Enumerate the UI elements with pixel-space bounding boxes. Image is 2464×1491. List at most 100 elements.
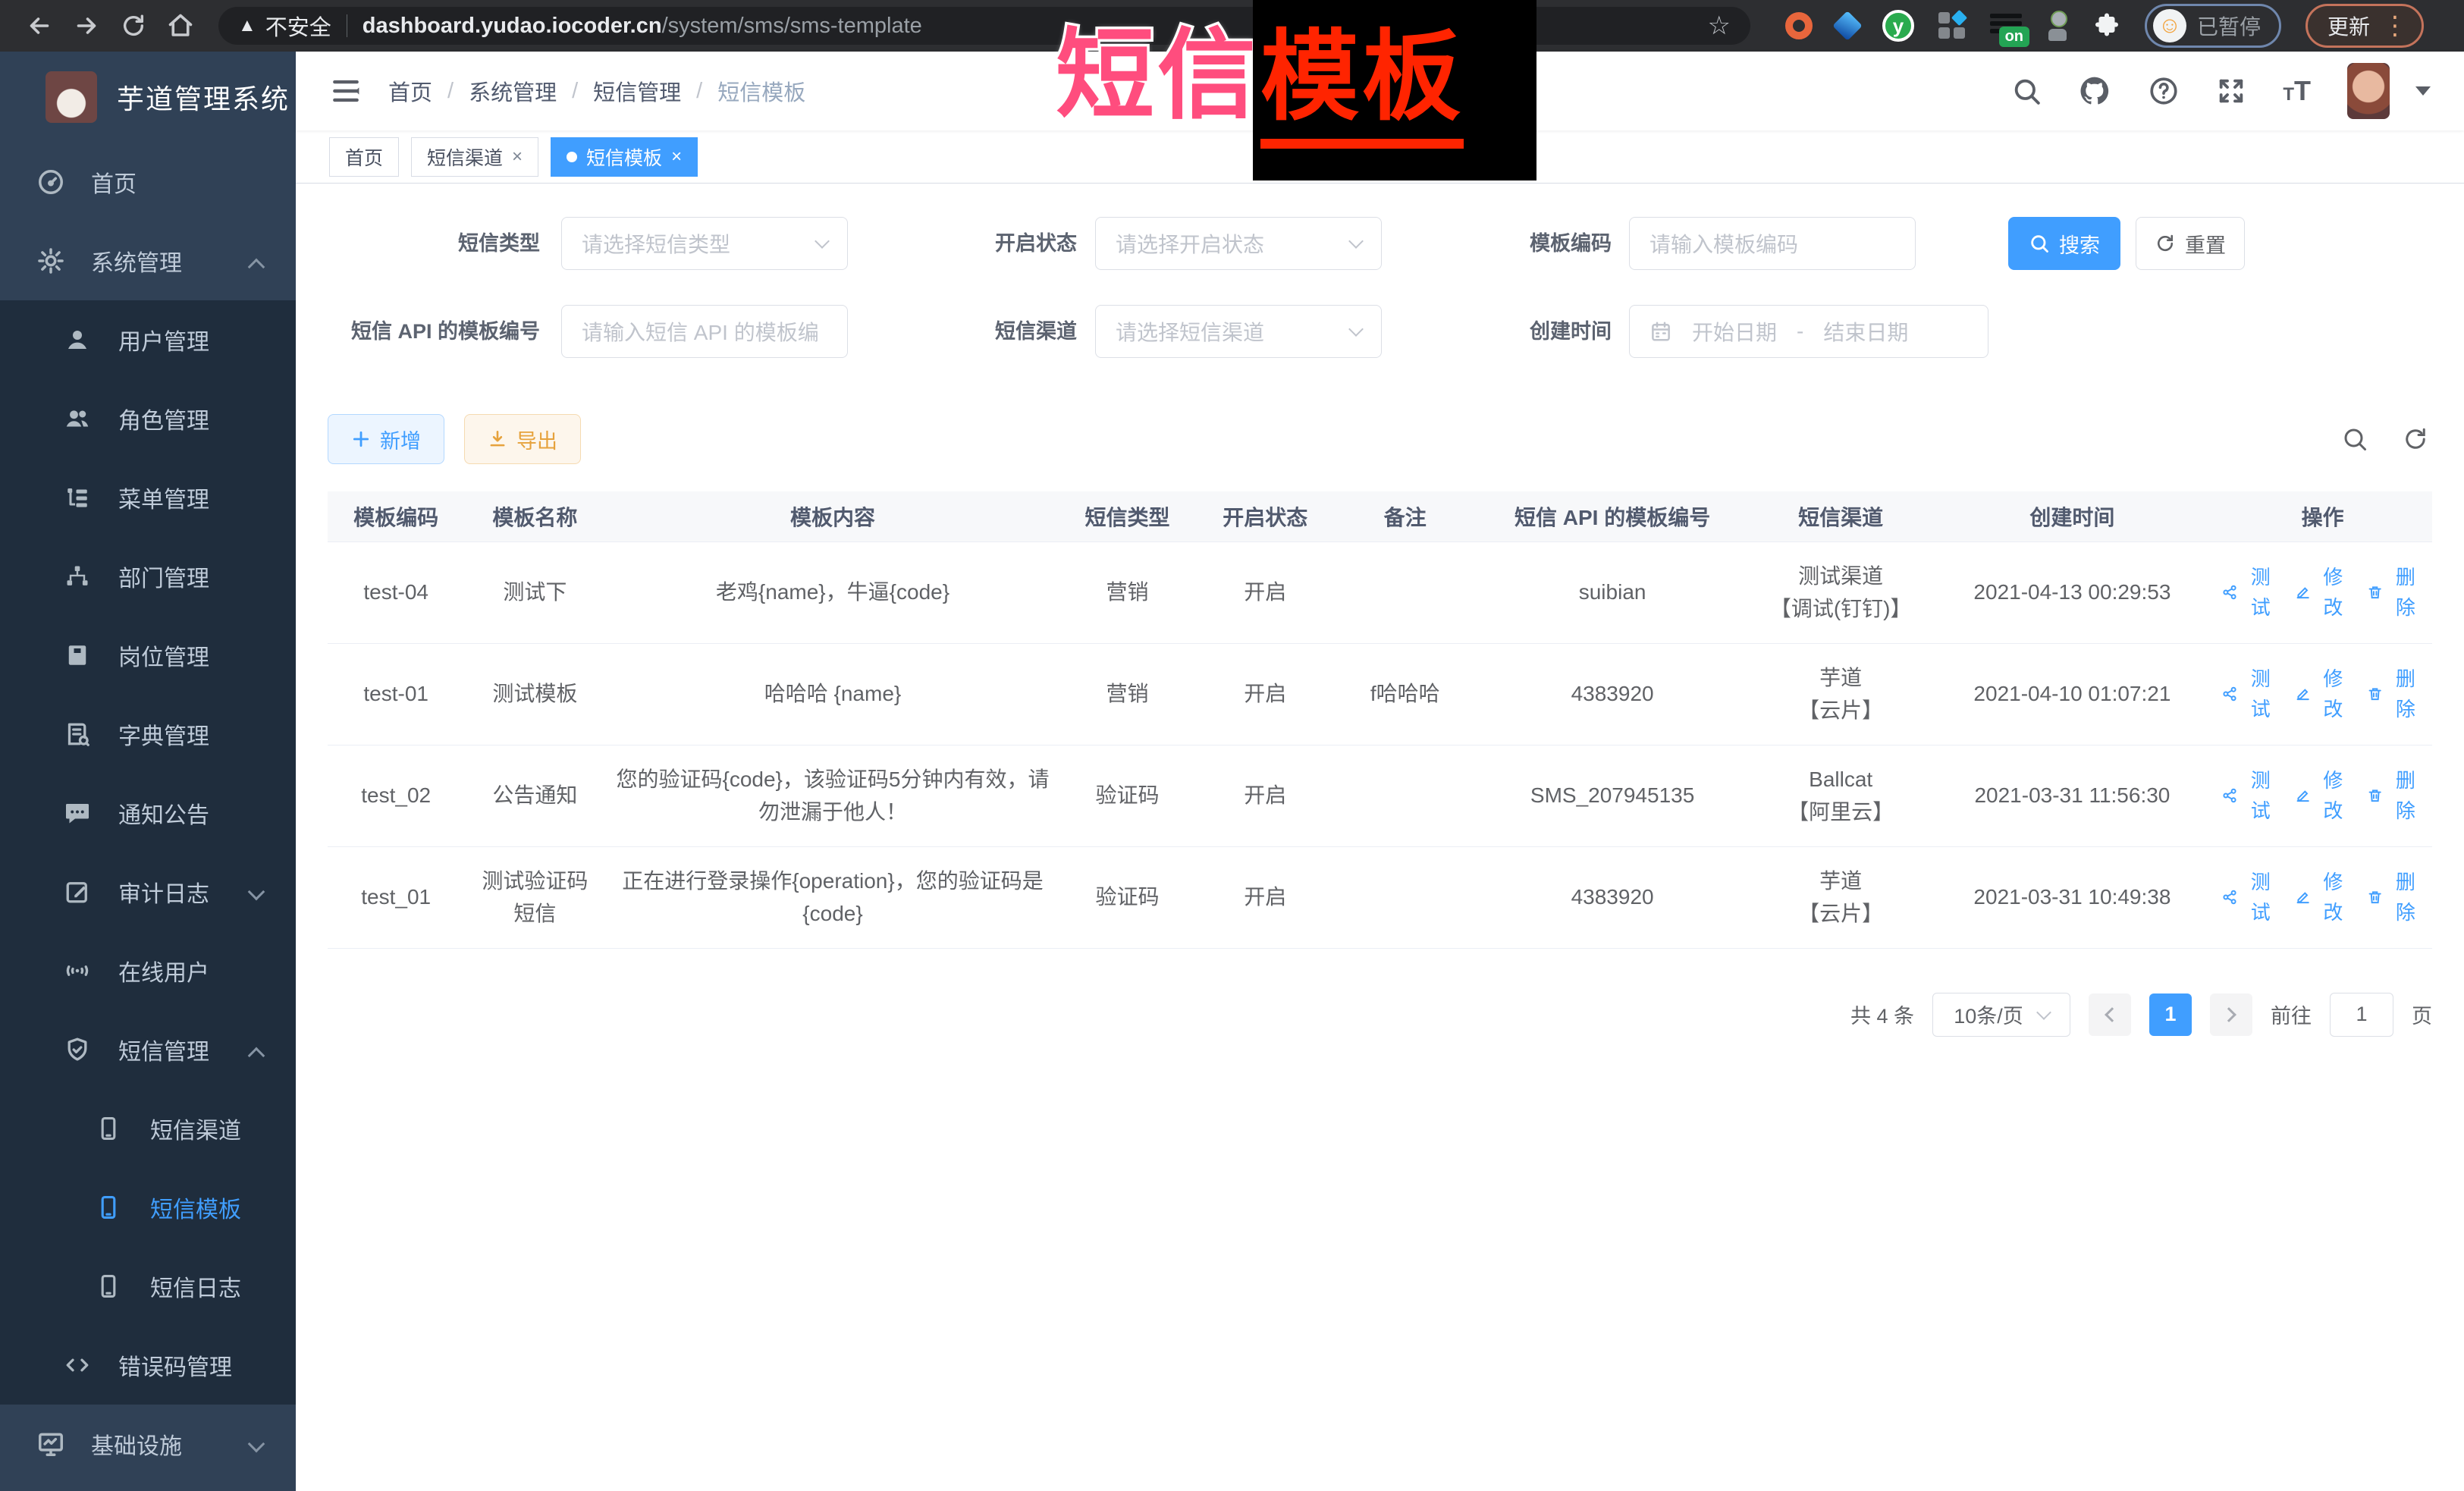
sidebar-item-roles[interactable]: 角色管理: [0, 379, 296, 458]
sidebar-item-positions[interactable]: 岗位管理: [0, 616, 296, 695]
extension-grid-icon[interactable]: [1938, 12, 1966, 39]
chevron-down-icon: [815, 234, 830, 249]
template-code-input[interactable]: 请输入模板编码: [1629, 217, 1916, 270]
extensions-puzzle-icon[interactable]: [2093, 12, 2120, 39]
extension-on-badge: on: [1999, 27, 2029, 47]
sidebar-item-sms-log[interactable]: 短信日志: [0, 1247, 296, 1326]
table-toolbar: 新增 导出: [328, 413, 2432, 466]
edit-link[interactable]: 修改: [2295, 765, 2351, 827]
sidebar-item-online-users[interactable]: 在线用户: [0, 931, 296, 1010]
edit-link[interactable]: 修改: [2295, 664, 2351, 725]
reset-button[interactable]: 重置: [2136, 217, 2245, 270]
sms-type-select[interactable]: 请选择短信类型: [561, 217, 848, 270]
chevron-down-icon: [1348, 234, 1364, 249]
sidebar-logo-row[interactable]: 芋道管理系统: [0, 52, 296, 143]
create-time-range-picker[interactable]: 开始日期 - 结束日期: [1629, 305, 1988, 358]
gear-icon: [36, 246, 67, 275]
reload-icon[interactable]: [114, 6, 153, 46]
sidebar-item-dictionary[interactable]: 字典管理: [0, 695, 296, 774]
breadcrumb-home[interactable]: 首页: [388, 75, 432, 107]
breadcrumb-sms[interactable]: 短信管理: [593, 75, 681, 107]
sidebar-item-users[interactable]: 用户管理: [0, 300, 296, 379]
goto-label: 前往: [2271, 1000, 2312, 1029]
extension-y-icon[interactable]: y: [1882, 10, 1914, 42]
sidebar-item-notices[interactable]: 通知公告: [0, 774, 296, 852]
back-icon[interactable]: [20, 6, 59, 46]
security-warning-icon[interactable]: ▲: [238, 15, 256, 36]
sidebar-item-error-codes[interactable]: 错误码管理: [0, 1326, 296, 1405]
avatar-caret-icon[interactable]: [2415, 86, 2431, 96]
extension-gem-icon[interactable]: [1832, 11, 1863, 41]
extension-ring-icon[interactable]: [1785, 12, 1813, 39]
search-button[interactable]: 搜索: [2008, 217, 2120, 270]
fullscreen-icon[interactable]: [2216, 76, 2246, 106]
test-link[interactable]: 测试: [2222, 867, 2278, 928]
sidebar-item-home[interactable]: 首页: [0, 143, 296, 221]
tag-home[interactable]: 首页: [329, 137, 399, 177]
end-date-placeholder[interactable]: 结束日期: [1823, 316, 1908, 347]
font-size-icon[interactable]: TT: [2283, 75, 2311, 107]
test-link[interactable]: 测试: [2222, 664, 2278, 725]
show-search-toggle-icon[interactable]: [2341, 425, 2368, 453]
url-path: /system/sms/sms-template: [662, 14, 922, 39]
extension-list-icon[interactable]: on: [1990, 11, 2022, 41]
current-page-button[interactable]: 1: [2149, 993, 2192, 1036]
phone-icon: [96, 1273, 126, 1299]
test-link[interactable]: 测试: [2222, 562, 2278, 623]
delete-link[interactable]: 删除: [2367, 664, 2423, 725]
api-template-id-input[interactable]: 请输入短信 API 的模板编: [561, 305, 848, 358]
goto-page-input[interactable]: 1: [2330, 993, 2393, 1037]
page-size-select[interactable]: 10条/页: [1932, 993, 2070, 1037]
edit-note-icon: [64, 878, 94, 906]
close-tab-icon[interactable]: ×: [512, 146, 523, 168]
add-button[interactable]: 新增: [328, 414, 444, 464]
next-page-button[interactable]: [2210, 993, 2252, 1036]
sms-template-table: 模板编码 模板名称 模板内容 短信类型 开启状态 备注 短信 API 的模板编号…: [328, 491, 2432, 949]
start-date-placeholder[interactable]: 开始日期: [1692, 316, 1777, 347]
search-icon[interactable]: [2011, 76, 2042, 106]
browser-menu-icon[interactable]: ⋮: [2382, 13, 2408, 39]
paused-label: 已暂停: [2197, 11, 2261, 41]
delete-link[interactable]: 删除: [2367, 867, 2423, 928]
test-link[interactable]: 测试: [2222, 765, 2278, 827]
chevron-up-icon: [248, 259, 265, 276]
sidebar-item-sms[interactable]: 短信管理: [0, 1010, 296, 1089]
badge-icon: [64, 642, 94, 669]
sidebar-item-infrastructure[interactable]: 基础设施: [0, 1405, 296, 1483]
extension-doll-icon[interactable]: [2046, 11, 2069, 41]
collapse-sidebar-icon[interactable]: [329, 74, 363, 108]
sidebar-item-audit-log[interactable]: 审计日志: [0, 852, 296, 931]
bookmark-star-icon[interactable]: ☆: [1708, 11, 1731, 41]
github-icon[interactable]: [2078, 74, 2111, 108]
help-icon[interactable]: [2148, 75, 2180, 107]
breadcrumb-system[interactable]: 系统管理: [469, 75, 557, 107]
sidebar-item-departments[interactable]: 部门管理: [0, 537, 296, 616]
tag-sms-channel[interactable]: 短信渠道 ×: [411, 137, 538, 177]
home-icon[interactable]: [161, 6, 200, 46]
channel-select[interactable]: 请选择短信渠道: [1095, 305, 1382, 358]
security-label[interactable]: 不安全: [265, 10, 331, 42]
delete-link[interactable]: 删除: [2367, 765, 2423, 827]
tag-sms-template[interactable]: 短信模板 ×: [551, 137, 698, 177]
export-button[interactable]: 导出: [464, 414, 581, 464]
edit-link[interactable]: 修改: [2295, 867, 2351, 928]
refresh-table-icon[interactable]: [2402, 425, 2429, 453]
close-tab-icon[interactable]: ×: [671, 146, 682, 168]
sidebar-item-system[interactable]: 系统管理: [0, 221, 296, 300]
prev-page-button[interactable]: [2089, 993, 2131, 1036]
user-avatar[interactable]: [2347, 63, 2390, 119]
sidebar-item-sms-template[interactable]: 短信模板: [0, 1168, 296, 1247]
monitor-icon: [36, 1430, 67, 1458]
phone-icon: [96, 1194, 126, 1220]
forward-icon[interactable]: [67, 6, 106, 46]
chevron-down-icon: [2036, 1005, 2051, 1020]
browser-update-button[interactable]: 更新 ⋮: [2305, 4, 2424, 48]
delete-link[interactable]: 删除: [2367, 562, 2423, 623]
sidebar-item-menus[interactable]: 菜单管理: [0, 458, 296, 537]
profile-paused-button[interactable]: ☺ 已暂停: [2145, 4, 2281, 48]
status-select[interactable]: 请选择开启状态: [1095, 217, 1382, 270]
users-icon: [64, 405, 94, 432]
url-bar[interactable]: ▲ 不安全 dashboard.yudao.iocoder.cn/system/…: [218, 7, 1750, 45]
sidebar-item-sms-channel[interactable]: 短信渠道: [0, 1089, 296, 1168]
edit-link[interactable]: 修改: [2295, 562, 2351, 623]
